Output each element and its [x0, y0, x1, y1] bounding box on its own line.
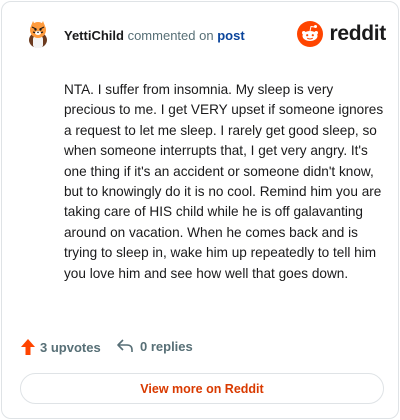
comment-header: YettiChild commented on post reddit: [22, 18, 386, 52]
post-link[interactable]: post: [217, 28, 244, 43]
upvote-count: 3 upvotes: [40, 339, 101, 355]
username[interactable]: YettiChild: [64, 28, 124, 43]
comment-body: NTA. I suffer from insomnia. My sleep is…: [64, 82, 384, 281]
reply-count: 0 replies: [140, 338, 193, 354]
byline-verb: commented on: [127, 28, 214, 43]
replies-button[interactable]: 0 replies: [116, 338, 193, 354]
reddit-snoo-icon: [297, 21, 324, 47]
comment-byline: YettiChild commented on post: [64, 28, 245, 43]
user-avatar[interactable]: [22, 18, 54, 50]
reddit-wordmark: reddit: [329, 22, 386, 45]
upvote-arrow-icon: [21, 339, 35, 355]
upvote-button[interactable]: 3 upvotes: [20, 338, 101, 356]
comment-embed-card: YettiChild commented on post reddit NTA.…: [1, 1, 399, 419]
view-more-button[interactable]: View more on Reddit: [20, 373, 384, 404]
reddit-brand[interactable]: reddit: [297, 20, 386, 48]
comment-footer: 3 upvotes 0 replies: [20, 338, 380, 360]
reply-arrow-icon: [117, 339, 133, 352]
